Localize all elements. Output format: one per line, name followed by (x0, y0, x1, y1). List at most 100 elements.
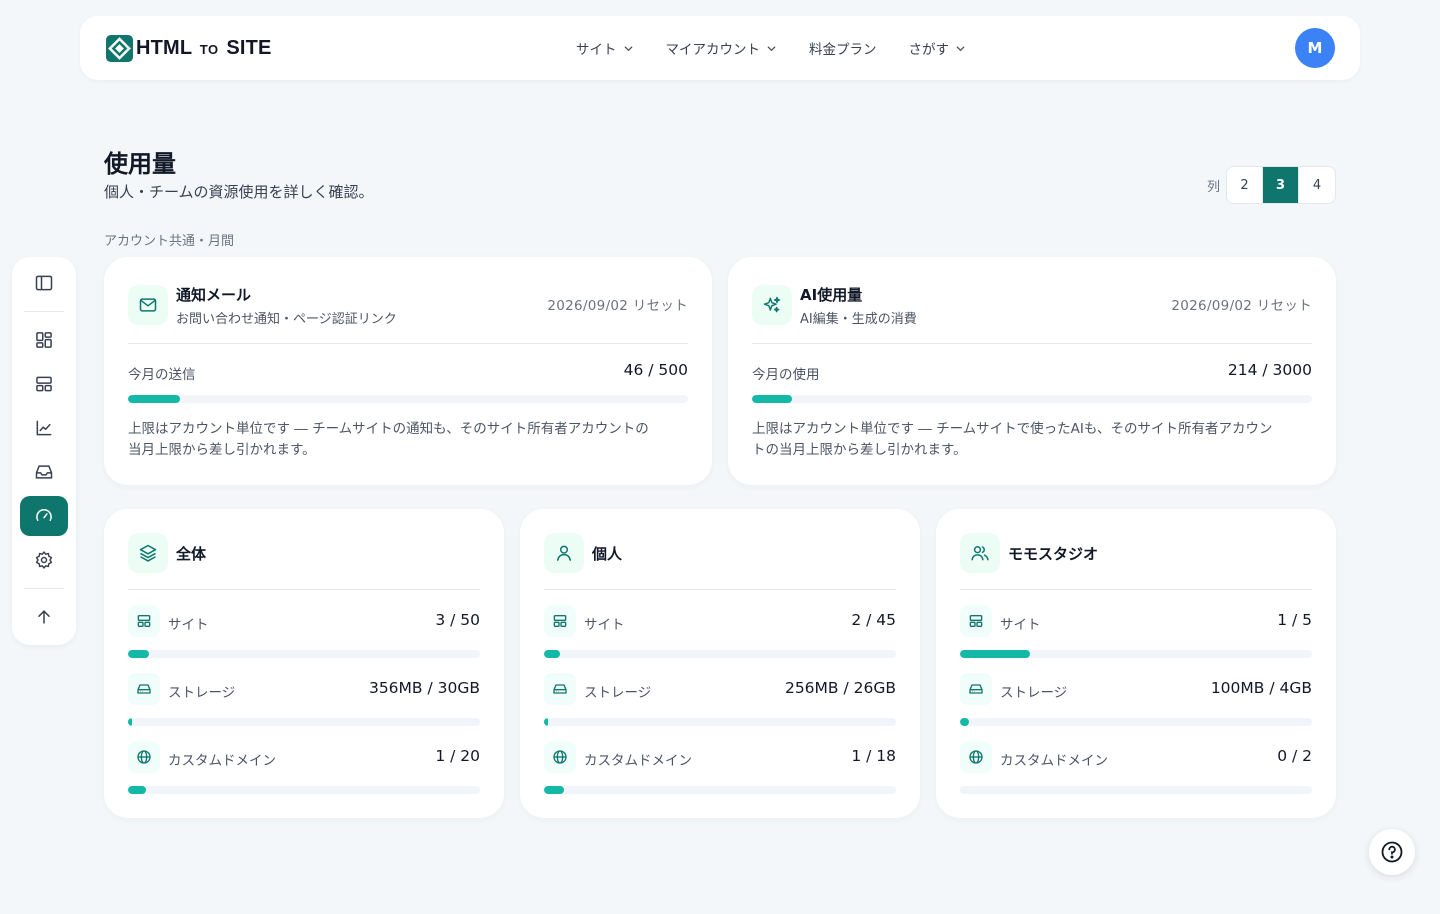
usage-progress-fill (128, 786, 146, 794)
row-label: ストレージ (168, 685, 236, 701)
inbox-icon (35, 465, 53, 479)
layout-icon (553, 615, 567, 627)
usage-progress-bar (128, 650, 480, 658)
row-icon-box (960, 741, 992, 773)
users-icon (971, 546, 989, 561)
scope-card-personal: 個人 サイト 2 / 45 ストレージ 256MB / 26GB カスタムドメイ… (520, 509, 920, 818)
sidebar-item-sites[interactable] (20, 364, 68, 404)
scroll-to-top-button[interactable] (20, 597, 68, 637)
logo-word-site: SITE (226, 36, 272, 59)
top-navbar: HTML TO SITE サイト マイアカウント 料金プラン さがす M (80, 16, 1360, 80)
columns-option-2[interactable]: 2 (1227, 167, 1264, 203)
nav-item-pricing[interactable]: 料金プラン (809, 38, 877, 58)
card-note-line: トの当月上限から差し引かれます。 (752, 442, 967, 458)
usage-progress-fill (960, 718, 969, 726)
row-value: 1 / 18 (851, 747, 896, 765)
usage-progress-fill (960, 650, 1031, 658)
card-divider (128, 589, 480, 590)
sidebar-item-usage[interactable] (20, 496, 68, 536)
dashboard-grid-icon (36, 332, 52, 348)
logo-word-to: TO (199, 41, 219, 57)
help-circle-icon (1381, 841, 1403, 863)
usage-progress-bar (128, 718, 480, 726)
row-label: カスタムドメイン (584, 753, 692, 769)
nav-item-explore[interactable]: さがす (909, 38, 967, 58)
row-value: 2 / 45 (851, 611, 896, 629)
usage-progress-fill (128, 395, 180, 403)
user-avatar[interactable]: M (1295, 28, 1335, 68)
sidebar-divider (24, 311, 64, 312)
usage-progress-bar (544, 650, 896, 658)
sidebar-item-settings[interactable] (20, 540, 68, 580)
reset-date: 2026/09/02 リセット (1171, 298, 1312, 314)
columns-option-4[interactable]: 4 (1299, 167, 1335, 203)
layout-icon (36, 376, 52, 392)
card-icon-box (544, 533, 584, 573)
row-value: 1 / 20 (435, 747, 480, 765)
row-value: 0 / 2 (1277, 747, 1312, 765)
sidebar-item-dashboard[interactable] (20, 320, 68, 360)
card-divider (960, 589, 1312, 590)
arrow-up-icon (38, 610, 50, 624)
logo-word-html: HTML (136, 36, 192, 59)
card-note-line: 上限はアカウント単位です ― チームサイトで使ったAIも、そのサイト所有者アカウ… (752, 421, 1273, 437)
drive-icon (137, 684, 151, 694)
usage-progress-bar (752, 395, 1312, 403)
card-icon-box (752, 285, 792, 325)
nav-label: 料金プラン (809, 42, 877, 58)
nav-label: サイト (576, 42, 617, 58)
sparkles-icon (763, 296, 781, 313)
nav-item-sites[interactable]: サイト (576, 38, 634, 58)
chevron-down-icon (767, 45, 776, 51)
columns-option-3[interactable]: 3 (1263, 167, 1300, 203)
sidebar-toggle-button[interactable] (20, 263, 68, 303)
row-value: 1 / 5 (1277, 611, 1312, 629)
metric-label: 今月の送信 (128, 367, 196, 383)
row-value: 100MB / 4GB (1210, 679, 1312, 697)
metric-value: 46 / 500 (623, 361, 688, 379)
usage-progress-bar (544, 718, 896, 726)
card-note-line: 当月上限から差し引かれます。 (128, 442, 316, 458)
globe-icon (137, 750, 151, 764)
usage-progress-bar (544, 786, 896, 794)
card-subtitle: AI編集・生成の消費 (800, 312, 917, 327)
card-subtitle: お問い合わせ通知・ページ認証リンク (176, 312, 397, 327)
help-button[interactable] (1369, 829, 1415, 875)
row-label: ストレージ (1000, 685, 1068, 701)
card-divider (544, 589, 896, 590)
layers-icon (139, 544, 157, 562)
usage-progress-bar (128, 395, 688, 403)
row-value: 356MB / 30GB (368, 679, 480, 697)
card-title: モモスタジオ (1008, 545, 1099, 563)
sidebar-item-inbox[interactable] (20, 452, 68, 492)
layout-icon (137, 615, 151, 627)
row-icon-box (544, 741, 576, 773)
mail-icon (139, 298, 157, 312)
section-label: アカウント共通・月間 (104, 234, 235, 249)
nav-item-my-account[interactable]: マイアカウント (666, 38, 778, 58)
row-label: カスタムドメイン (1000, 753, 1108, 769)
drive-icon (969, 684, 983, 694)
card-divider (752, 343, 1312, 344)
globe-icon (553, 750, 567, 764)
card-title: 個人 (592, 545, 623, 563)
page-subtitle: 個人・チームの資源使用を詳しく確認。 (104, 183, 374, 201)
sidebar-item-analytics[interactable] (20, 408, 68, 448)
row-icon-box (960, 673, 992, 705)
chevron-down-icon (624, 45, 632, 51)
chart-line-icon (36, 420, 52, 436)
row-label: サイト (168, 617, 209, 633)
logo[interactable]: HTML TO SITE (106, 34, 272, 62)
gear-icon (35, 551, 53, 569)
usage-progress-fill (128, 650, 150, 658)
card-title: 全体 (176, 545, 207, 563)
sidebar-divider (24, 588, 64, 589)
card-icon-box (128, 285, 168, 325)
card-icon-box (128, 533, 168, 573)
gauge-icon (36, 509, 52, 521)
row-icon-box (544, 605, 576, 637)
reset-date: 2026/09/02 リセット (547, 298, 688, 314)
row-label: ストレージ (584, 685, 652, 701)
card-note: 上限はアカウント単位です ― チームサイトで使ったAIも、そのサイト所有者アカウ… (752, 419, 1312, 461)
chevron-down-icon (956, 45, 965, 51)
